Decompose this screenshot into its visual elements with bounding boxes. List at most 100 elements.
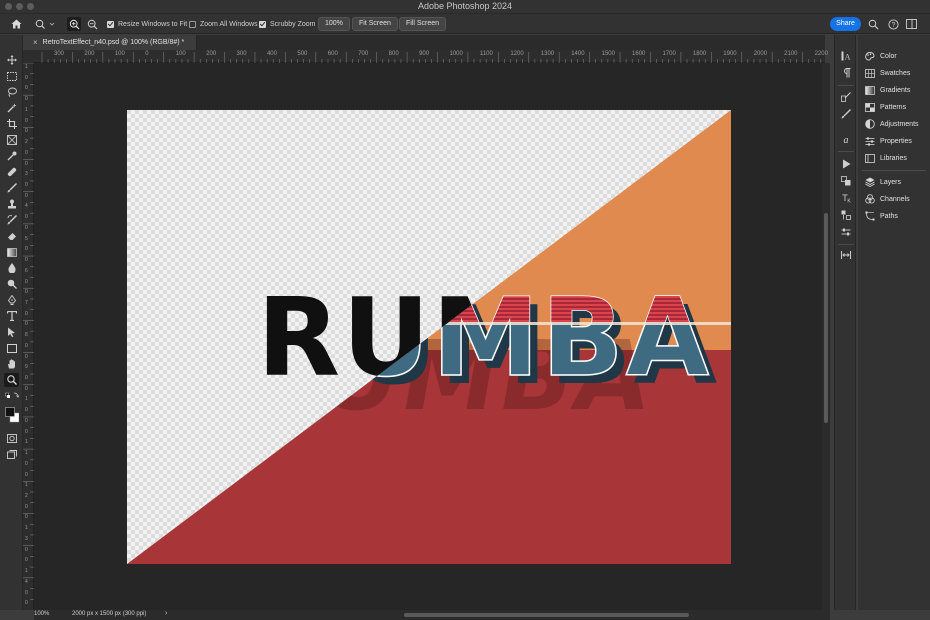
foreground-background-color-icon[interactable] [4, 405, 19, 425]
character-panel-icon[interactable]: A [839, 49, 853, 62]
zoom-tool-icon[interactable] [4, 373, 19, 387]
glyphs-panel-icon[interactable]: a [839, 132, 853, 145]
panel-gradients[interactable]: Gradients [864, 83, 928, 97]
healing-brush-tool-icon[interactable] [4, 165, 19, 179]
vertical-scrollbar[interactable] [822, 63, 830, 610]
ruler-h-label: 1900 [723, 51, 737, 57]
document-tab[interactable]: × RetroTextEffect_n40.psd @ 100% (RGB/8#… [27, 35, 197, 50]
help-icon[interactable]: ? [886, 17, 900, 31]
panel-color[interactable]: Color [864, 49, 928, 63]
panel-libraries[interactable]: Libraries [864, 151, 928, 165]
history-brush-tool-icon[interactable] [4, 213, 19, 227]
hand-tool-icon[interactable] [4, 357, 19, 371]
panel-list: Color Swatches Gradients Patterns Adjust… [858, 35, 930, 610]
resize-windows-option[interactable]: Resize Windows to Fit [107, 14, 187, 34]
screen-mode-icon[interactable] [4, 447, 19, 461]
ruler-v-label: 7 [25, 299, 28, 306]
scrubby-zoom-option[interactable]: Scrubby Zoom [259, 14, 316, 34]
ruler-v-label: 1 [25, 439, 28, 446]
vertical-ruler[interactable]: 1 0 0 0 1 0 0 2 0 0 3 0 0 4 0 0 5 0 0 6 0 0 7 0 0 8 0 0 9 0 0 1 0 0 0 1 1 0 0 1… [23, 63, 34, 610]
svg-text:A: A [845, 52, 851, 61]
align-panel-icon[interactable] [839, 248, 853, 261]
type-tool-icon[interactable] [4, 309, 19, 323]
ruler-v-label: 0 [25, 471, 28, 478]
panel-adjustments[interactable]: Adjustments [864, 117, 928, 131]
ruler-v-label: 0 [25, 353, 28, 360]
color-palette-icon [864, 51, 875, 62]
status-bar: 100% 2000 px x 1500 px (300 ppi) › [0, 610, 200, 620]
eraser-tool-icon[interactable] [4, 229, 19, 243]
timeline-panel-icon[interactable] [839, 225, 853, 238]
horizontal-ruler[interactable]: 300 200 100 0 100 200 300 400 500 600 700 800 900 100… [34, 50, 828, 63]
gradient-tool-icon[interactable] [4, 245, 19, 259]
ruler-v-label: 1 [25, 396, 28, 403]
share-button[interactable]: Share [830, 17, 861, 31]
fit-screen-button[interactable]: Fit Screen [352, 17, 398, 31]
zoom-value-button[interactable]: 100% [318, 17, 350, 31]
ruler-v-label: 0 [25, 128, 28, 135]
zoom-in-icon[interactable] [67, 17, 81, 31]
zoom-tool-preset-picker[interactable] [34, 17, 56, 31]
pen-tool-icon[interactable] [4, 293, 19, 307]
brush-tool-icon[interactable] [4, 181, 19, 195]
dodge-tool-icon[interactable] [4, 277, 19, 291]
close-tab-icon[interactable]: × [33, 38, 38, 47]
document-canvas[interactable]: RUMBA RUMBA RUMBA RUMBA RUMBA [127, 110, 731, 564]
workspace-icon[interactable] [904, 17, 918, 31]
zoom-all-windows-checkbox[interactable] [189, 20, 196, 28]
ruler-v-label: 0 [25, 546, 28, 553]
home-icon[interactable] [9, 17, 23, 31]
vertical-scroll-thumb[interactable] [824, 213, 828, 423]
zoom-out-icon[interactable] [85, 17, 99, 31]
ruler-h-label: 200 [206, 51, 217, 57]
marquee-tool-icon[interactable] [4, 69, 19, 83]
crop-tool-icon[interactable] [4, 117, 19, 131]
eyedropper-tool-icon[interactable] [4, 149, 19, 163]
options-bar: Resize Windows to Fit Zoom All Windows S… [0, 14, 930, 34]
ruler-h-label: 1300 [540, 51, 555, 57]
path-selection-tool-icon[interactable] [4, 325, 19, 339]
actions-panel-icon[interactable] [839, 157, 853, 170]
ruler-h-label: 100 [175, 51, 186, 57]
panel-swatches[interactable]: Swatches [864, 66, 928, 80]
panel-channels[interactable]: Channels [864, 192, 928, 206]
ruler-v-label: 0 [25, 600, 28, 607]
paragraph-panel-icon[interactable] [839, 66, 853, 79]
fill-screen-button[interactable]: Fill Screen [399, 17, 447, 31]
zoom-all-windows-option[interactable]: Zoom All Windows [189, 14, 258, 34]
magic-wand-tool-icon[interactable] [4, 101, 19, 115]
clone-stamp-tool-icon[interactable] [4, 197, 19, 211]
panel-properties[interactable]: Properties [864, 134, 928, 148]
swap-colors-icon[interactable] [4, 391, 19, 401]
brush-settings-panel-icon[interactable] [839, 90, 853, 103]
brushes-panel-icon[interactable] [839, 107, 853, 120]
quick-mask-icon[interactable] [4, 431, 19, 445]
ruler-origin[interactable] [23, 50, 34, 63]
blur-tool-icon[interactable] [4, 261, 19, 275]
search-icon[interactable] [866, 17, 880, 31]
styles-panel-icon[interactable] [839, 208, 853, 221]
horizontal-scroll-thumb[interactable] [404, 613, 689, 617]
ruler-h-label: 1100 [479, 51, 493, 57]
resize-windows-checkbox[interactable] [107, 20, 114, 28]
panel-layers[interactable]: Layers [864, 175, 928, 189]
history-panel-icon[interactable] [839, 174, 853, 187]
status-menu-arrow[interactable]: › [165, 610, 167, 617]
ruler-v-label: 0 [25, 96, 28, 103]
frame-tool-icon[interactable] [4, 133, 19, 147]
panel-paths[interactable]: Paths [864, 209, 928, 223]
ruler-v-label: 1 [25, 568, 28, 575]
lasso-tool-icon[interactable] [4, 85, 19, 99]
ruler-v-label: 4 [25, 203, 28, 210]
ruler-v-label: 0 [25, 181, 28, 188]
move-tool-icon[interactable] [4, 53, 19, 67]
status-zoom[interactable]: 100% [34, 611, 49, 617]
panel-patterns[interactable]: Patterns [864, 100, 928, 114]
ruler-h-label: 300 [236, 51, 247, 57]
ruler-v-label: 0 [25, 85, 28, 92]
ruler-h-label: 800 [388, 51, 399, 57]
rectangle-tool-icon[interactable] [4, 341, 19, 355]
character-styles-panel-icon[interactable]: TK [839, 191, 853, 204]
ruler-v-label: 0 [25, 503, 28, 510]
scrubby-zoom-checkbox[interactable] [259, 20, 266, 28]
